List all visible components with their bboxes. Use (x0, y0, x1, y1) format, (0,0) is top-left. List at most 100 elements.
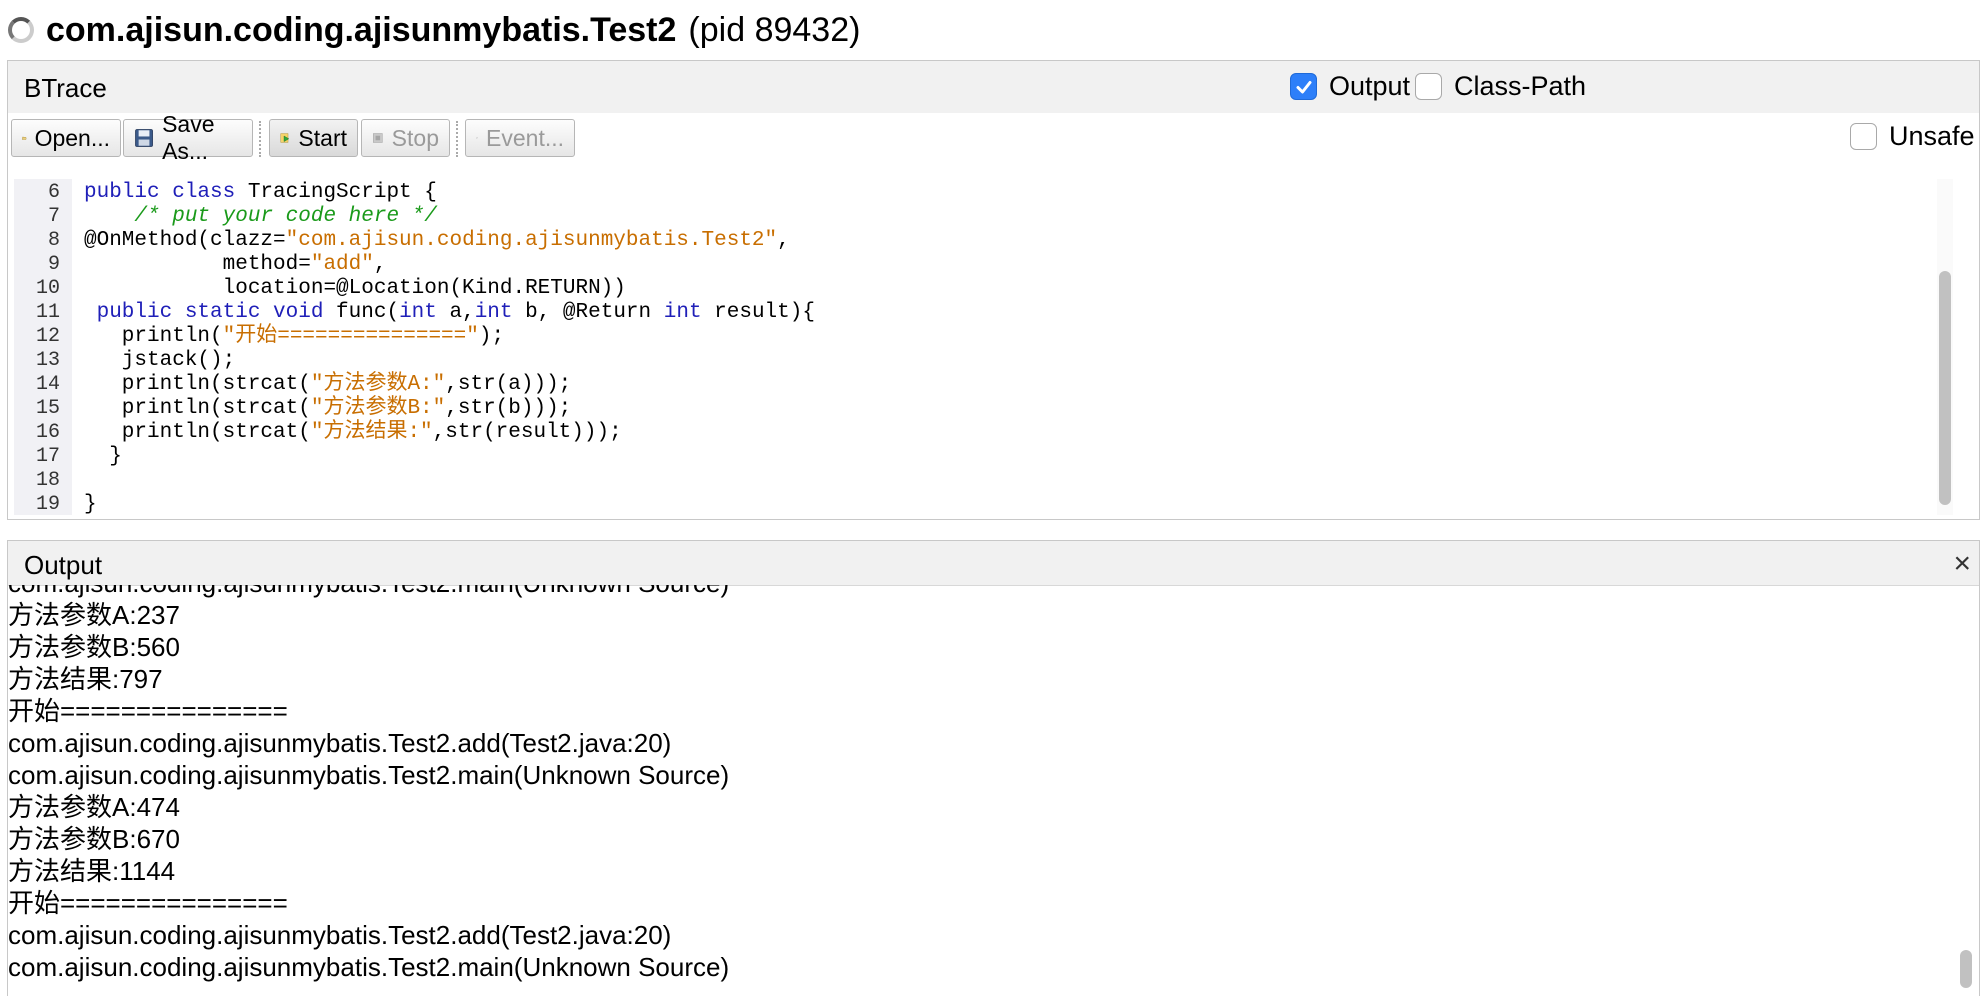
line-number: 12 (35, 325, 60, 348)
code-token: } (84, 493, 97, 515)
line-number: 9 (47, 253, 60, 276)
editor-scroll-thumb[interactable] (1939, 271, 1951, 505)
line-number: 16 (35, 421, 60, 444)
toolbar-separator (259, 121, 261, 157)
code-token: result){ (701, 301, 815, 324)
classpath-checkbox[interactable]: Class-Path (1415, 71, 1586, 102)
stop-button[interactable]: Stop (361, 119, 450, 157)
window-title-bar: com.ajisun.coding.ajisunmybatis.Test2 (p… (8, 8, 860, 52)
code-token: a, (436, 301, 475, 324)
event-button[interactable]: Event... (465, 119, 575, 157)
code-token: "方法结果:" (310, 421, 433, 444)
open-button[interactable]: Open... (11, 119, 121, 157)
output-panel-header: Output × (8, 541, 1979, 586)
code-token: "方法参数B:" (310, 397, 446, 420)
code-text: } (84, 445, 122, 469)
code-token: println( (84, 325, 223, 348)
code-token: ); (478, 325, 505, 348)
code-token: b, @Return (512, 301, 664, 324)
line-number: 10 (35, 277, 60, 300)
unsafe-checkbox-label: Unsafe (1889, 121, 1975, 151)
output-checkbox-box[interactable] (1290, 73, 1317, 100)
save-as-button-label: Save As... (162, 111, 215, 164)
line-number: 15 (35, 397, 60, 420)
code-token: int (474, 301, 513, 324)
classpath-checkbox-label: Class-Path (1454, 71, 1587, 101)
code-token: ,str(a))); (445, 373, 572, 396)
code-token: /* put your code here */ (134, 205, 437, 228)
stop-square-icon (373, 133, 383, 143)
code-token: ,str(result))); (432, 421, 622, 444)
code-text: println(strcat("方法结果:",str(result))); (84, 421, 622, 445)
code-text: println(strcat("方法参数A:",str(a))); (84, 373, 572, 397)
unsafe-checkbox-box[interactable] (1850, 123, 1877, 150)
code-text: println("开始==============="); (84, 325, 504, 349)
code-token: } (84, 445, 122, 468)
btrace-toolbar: Open... Save As... Start Stop Event... U… (8, 111, 1979, 164)
classpath-checkbox-box[interactable] (1415, 73, 1442, 100)
code-text: public static void func(int a,int b, @Re… (84, 301, 815, 325)
output-line: 开始=============== (8, 696, 288, 726)
checkmark-icon (1296, 80, 1311, 93)
line-number: 13 (35, 349, 60, 372)
btrace-panel: BTrace Output Class-Path Open... Save As… (7, 60, 1980, 520)
code-token: TracingScript { (247, 181, 437, 204)
code-text: location=@Location(Kind.RETURN)) (84, 277, 626, 301)
line-number: 14 (35, 373, 60, 396)
unsafe-checkbox[interactable]: Unsafe (1850, 121, 1975, 152)
code-token: public class (84, 181, 248, 204)
code-token: println(strcat( (84, 373, 311, 396)
start-button-label: Start (298, 124, 347, 151)
lightning-bolt-icon (476, 137, 478, 139)
line-number: 11 (35, 301, 60, 324)
output-line: com.ajisun.coding.ajisunmybatis.Test2.ma… (8, 952, 730, 982)
line-number: 19 (35, 493, 60, 515)
toolbar-separator (456, 121, 458, 157)
open-button-label: Open... (34, 124, 110, 151)
code-token: method= (84, 253, 311, 276)
line-number: 6 (47, 181, 60, 204)
code-token: "add" (310, 253, 374, 276)
line-number: 17 (35, 445, 60, 468)
output-checkbox-label: Output (1329, 71, 1411, 101)
output-log[interactable]: com.ajisun.coding.ajisunmybatis.Test2.ma… (8, 585, 1949, 996)
output-line: com.ajisun.coding.ajisunmybatis.Test2.ma… (8, 760, 730, 790)
output-vertical-scrollbar[interactable] (1957, 585, 1975, 996)
code-text: /* put your code here */ (84, 205, 437, 229)
output-caption: Output (24, 550, 103, 580)
output-line: com.ajisun.coding.ajisunmybatis.Test2.ad… (8, 728, 672, 758)
output-line: 方法参数B:670 (8, 824, 180, 854)
output-scroll-thumb[interactable] (1960, 950, 1972, 988)
code-text: println(strcat("方法参数B:",str(b))); (84, 397, 572, 421)
code-token: location=@Location(Kind.RETURN)) (84, 277, 626, 300)
start-button[interactable]: Start (269, 119, 358, 157)
code-text: public class TracingScript { (84, 181, 437, 205)
loading-spinner-icon (8, 17, 34, 43)
close-icon[interactable]: × (1953, 547, 1971, 581)
script-editor[interactable]: 6 public class TracingScript { 7 /* put yo… (14, 179, 1959, 515)
code-token: int (663, 301, 702, 324)
output-line: 开始=============== (8, 888, 288, 918)
start-play-icon (280, 133, 290, 143)
code-text: } (84, 493, 97, 515)
output-line: com.ajisun.coding.ajisunmybatis.Test2.ad… (8, 920, 672, 950)
btrace-caption: BTrace (24, 73, 107, 103)
code-token: int (399, 301, 437, 324)
code-token: "方法参数A:" (310, 373, 446, 396)
code-token: ,str(b))); (445, 397, 572, 420)
code-token: "com.ajisun.coding.ajisunmybatis.Test2" (285, 229, 778, 252)
code-token: func( (336, 301, 400, 324)
line-number: 18 (35, 469, 60, 492)
output-checkbox[interactable]: Output (1290, 71, 1410, 102)
line-number: 8 (47, 229, 60, 252)
editor-vertical-scrollbar[interactable] (1937, 179, 1953, 515)
code-token: , (373, 253, 387, 276)
code-token: @OnMethod(clazz= (84, 229, 286, 252)
output-panel: Output × com.ajisun.coding.ajisunmybatis… (7, 540, 1980, 996)
save-as-button[interactable]: Save As... (123, 111, 253, 164)
code-token: "开始===============" (222, 325, 479, 348)
output-line: 方法参数A:237 (8, 600, 180, 630)
line-number: 7 (47, 205, 60, 228)
output-line: 方法参数B:560 (8, 632, 180, 662)
